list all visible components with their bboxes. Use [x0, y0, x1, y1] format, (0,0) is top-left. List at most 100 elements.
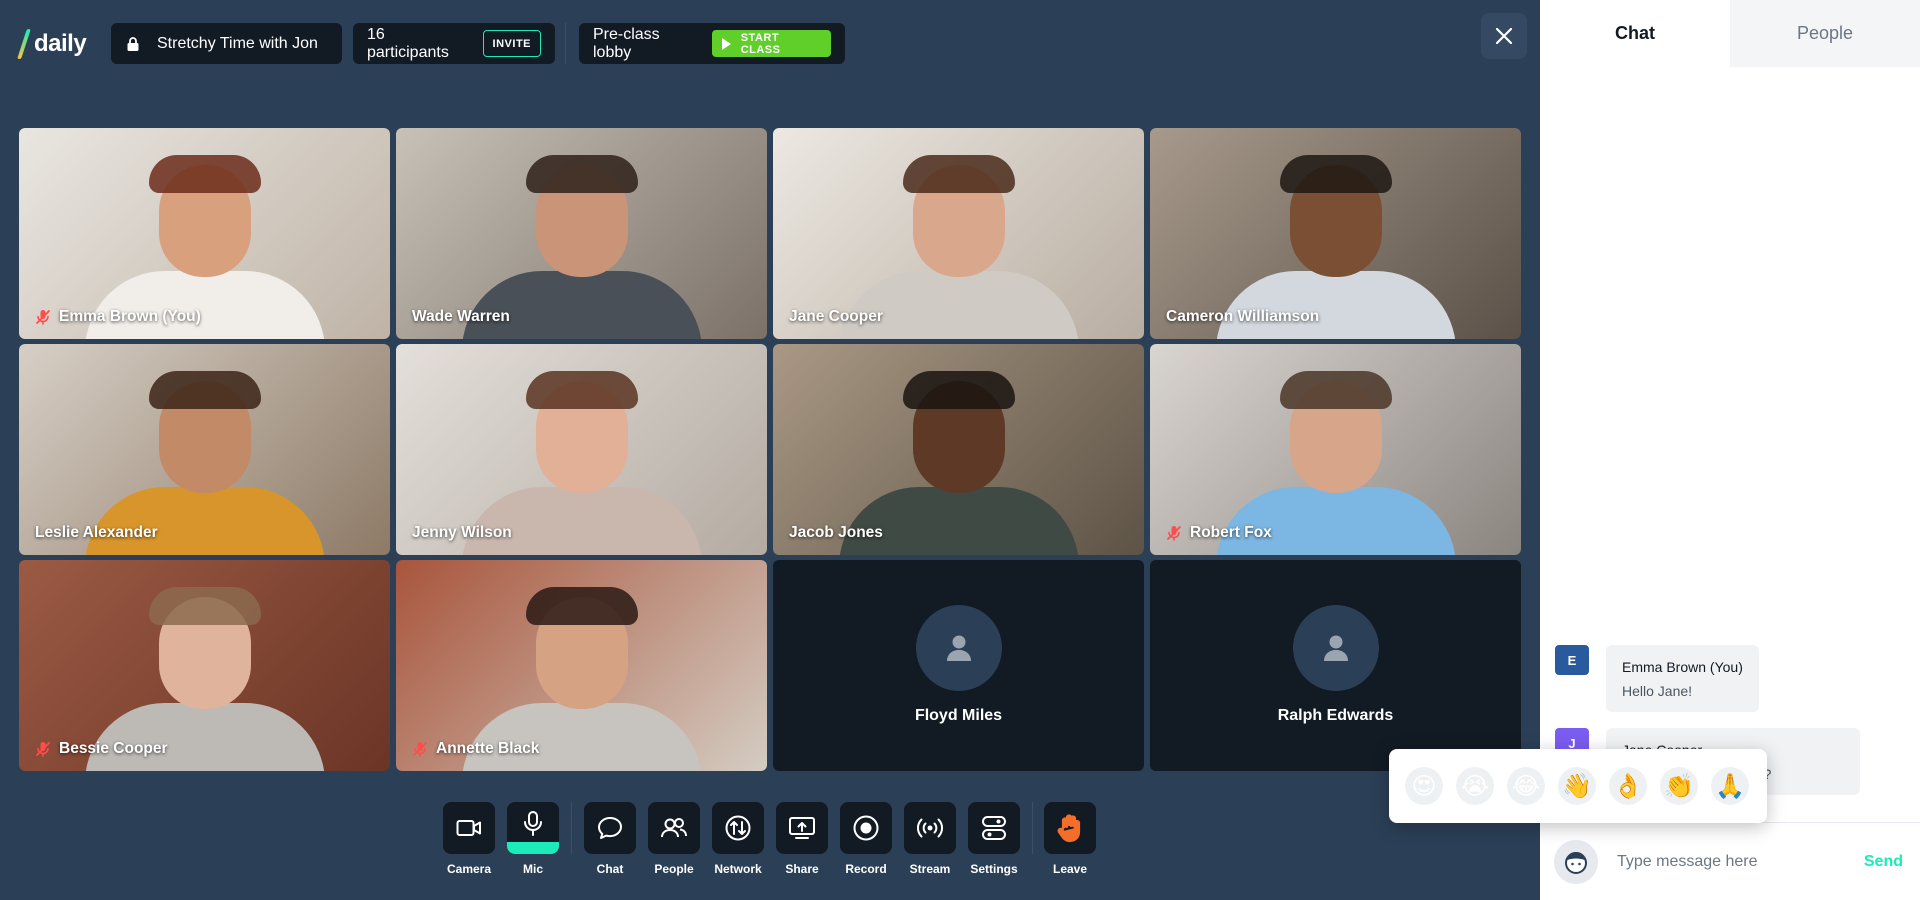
participant-video-tile[interactable]: Robert Fox: [1150, 344, 1521, 555]
participant-name: Jane Cooper: [789, 308, 883, 326]
stream-button[interactable]: [904, 802, 956, 854]
chat-control[interactable]: Chat: [584, 802, 636, 876]
participant-video-tile[interactable]: Bessie Cooper: [19, 560, 390, 771]
settings-button[interactable]: [968, 802, 1020, 854]
start-class-button[interactable]: START CLASS: [711, 30, 831, 57]
message-input[interactable]: [1617, 852, 1837, 871]
emoji-reaction-popover: 😍 😭 😂 👋 👌 👏 🙏: [1389, 749, 1767, 823]
leave-label: Leave: [1052, 862, 1088, 876]
start-class-label: START CLASS: [740, 31, 781, 56]
network-label: Network: [714, 862, 762, 876]
network-button[interactable]: [712, 802, 764, 854]
send-button[interactable]: Send: [1864, 853, 1903, 871]
lock-icon: [125, 36, 141, 52]
participant-name-text: Emma Brown (You): [59, 308, 201, 325]
waving-hand-icon: [1057, 814, 1081, 843]
emoji-reaction-button[interactable]: 👌: [1609, 767, 1647, 805]
invite-button[interactable]: INVITE: [482, 30, 541, 57]
participant-name: Robert Fox: [1166, 524, 1272, 542]
leave-control[interactable]: Leave: [1044, 802, 1096, 876]
settings-control[interactable]: Settings: [968, 802, 1020, 876]
message-list: E Emma Brown (You) Hello Jane! J Jane Co…: [1540, 67, 1920, 820]
emoji-reaction-button[interactable]: 🙏: [1711, 767, 1749, 805]
camera-button[interactable]: [443, 802, 495, 854]
participant-video-tile[interactable]: Floyd Miles: [773, 560, 1144, 771]
record-button[interactable]: [840, 802, 892, 854]
participant-name: Floyd Miles: [914, 707, 1003, 724]
emoji-reaction-button[interactable]: 😂: [1507, 767, 1545, 805]
network-control[interactable]: Network: [712, 802, 764, 876]
participant-name-text: Jane Cooper: [789, 308, 883, 325]
share-button[interactable]: [776, 802, 828, 854]
camera-control[interactable]: Camera: [443, 802, 495, 876]
mic-off-icon: [412, 741, 428, 757]
stream-icon: [917, 818, 943, 838]
tab-people[interactable]: People: [1730, 0, 1920, 67]
user-silhouette-icon: [946, 635, 971, 661]
mic-label: Mic: [522, 862, 543, 876]
header-divider: [565, 23, 566, 64]
play-icon: [721, 37, 731, 50]
participant-name: Emma Brown (You): [35, 308, 201, 326]
emoji-reaction-button[interactable]: 👋: [1558, 767, 1596, 805]
participant-video-tile[interactable]: Annette Black: [396, 560, 767, 771]
share-label: Share: [785, 862, 819, 876]
participant-name: Jacob Jones: [789, 524, 883, 542]
top-bar: daily Stretchy Time with Jon 16 particip…: [0, 0, 1540, 88]
panel-tabs: Chat People: [1540, 0, 1920, 67]
logo-slash-icon: [17, 29, 31, 59]
settings-label: Settings: [970, 862, 1018, 876]
mic-control[interactable]: Mic: [507, 802, 559, 876]
people-button[interactable]: [648, 802, 700, 854]
avatar: [1292, 605, 1379, 691]
message-text: Hello Jane!: [1622, 683, 1693, 699]
people-control[interactable]: People: [648, 802, 700, 876]
share-control[interactable]: Share: [776, 802, 828, 876]
close-button[interactable]: [1481, 13, 1527, 59]
share-screen-icon: [789, 817, 815, 839]
record-control[interactable]: Record: [840, 802, 892, 876]
tray-divider: [1032, 802, 1033, 854]
mic-button[interactable]: [507, 802, 559, 854]
tab-chat[interactable]: Chat: [1540, 0, 1730, 67]
emoji-reaction-button[interactable]: 👏: [1660, 767, 1698, 805]
leave-button[interactable]: [1044, 802, 1096, 854]
message-avatar: E: [1555, 645, 1589, 675]
participant-name: Cameron Williamson: [1166, 308, 1319, 326]
participant-name-text: Robert Fox: [1190, 524, 1272, 541]
participant-video-tile[interactable]: Jenny Wilson: [396, 344, 767, 555]
participant-name: Annette Black: [412, 740, 539, 758]
emoji-reaction-button[interactable]: 😍: [1405, 767, 1443, 805]
chat-icon: [598, 817, 622, 839]
record-icon: [853, 815, 879, 841]
chat-button[interactable]: [584, 802, 636, 854]
participant-video-tile[interactable]: Cameron Williamson: [1150, 128, 1521, 339]
camera-icon: [456, 820, 481, 836]
participant-video-tile[interactable]: Ralph Edwards: [1150, 560, 1521, 771]
tray-divider: [571, 802, 572, 854]
record-label: Record: [845, 862, 887, 876]
network-icon: [725, 815, 751, 841]
participant-video-tile[interactable]: Leslie Alexander: [19, 344, 390, 555]
people-label: People: [654, 862, 694, 876]
participant-name-text: Bessie Cooper: [59, 740, 168, 757]
participant-name: Ralph Edwards: [1277, 707, 1394, 724]
participant-video-tile[interactable]: Emma Brown (You): [19, 128, 390, 339]
participant-name-text: Wade Warren: [412, 308, 510, 325]
user-avatar-icon: [1565, 851, 1587, 874]
mic-off-icon: [35, 741, 51, 757]
mic-off-icon: [35, 309, 51, 325]
stream-control[interactable]: Stream: [904, 802, 956, 876]
participant-name-text: Annette Black: [436, 740, 540, 757]
participants-pill: 16 participants INVITE: [353, 23, 555, 64]
participant-count: 16 participants: [367, 25, 449, 61]
participant-video-tile[interactable]: Jane Cooper: [773, 128, 1144, 339]
emoji-reaction-button[interactable]: 😭: [1456, 767, 1494, 805]
video-grid: Emma Brown (You) Wade Warren Jane Cooper Ca…: [19, 128, 1521, 771]
participant-name-text: Cameron Williamson: [1166, 308, 1320, 325]
user-avatar: [1554, 839, 1598, 884]
participant-name: Bessie Cooper: [35, 740, 168, 758]
participant-video-tile[interactable]: Jacob Jones: [773, 344, 1144, 555]
participant-video-tile[interactable]: Wade Warren: [396, 128, 767, 339]
close-icon: [1495, 27, 1513, 45]
